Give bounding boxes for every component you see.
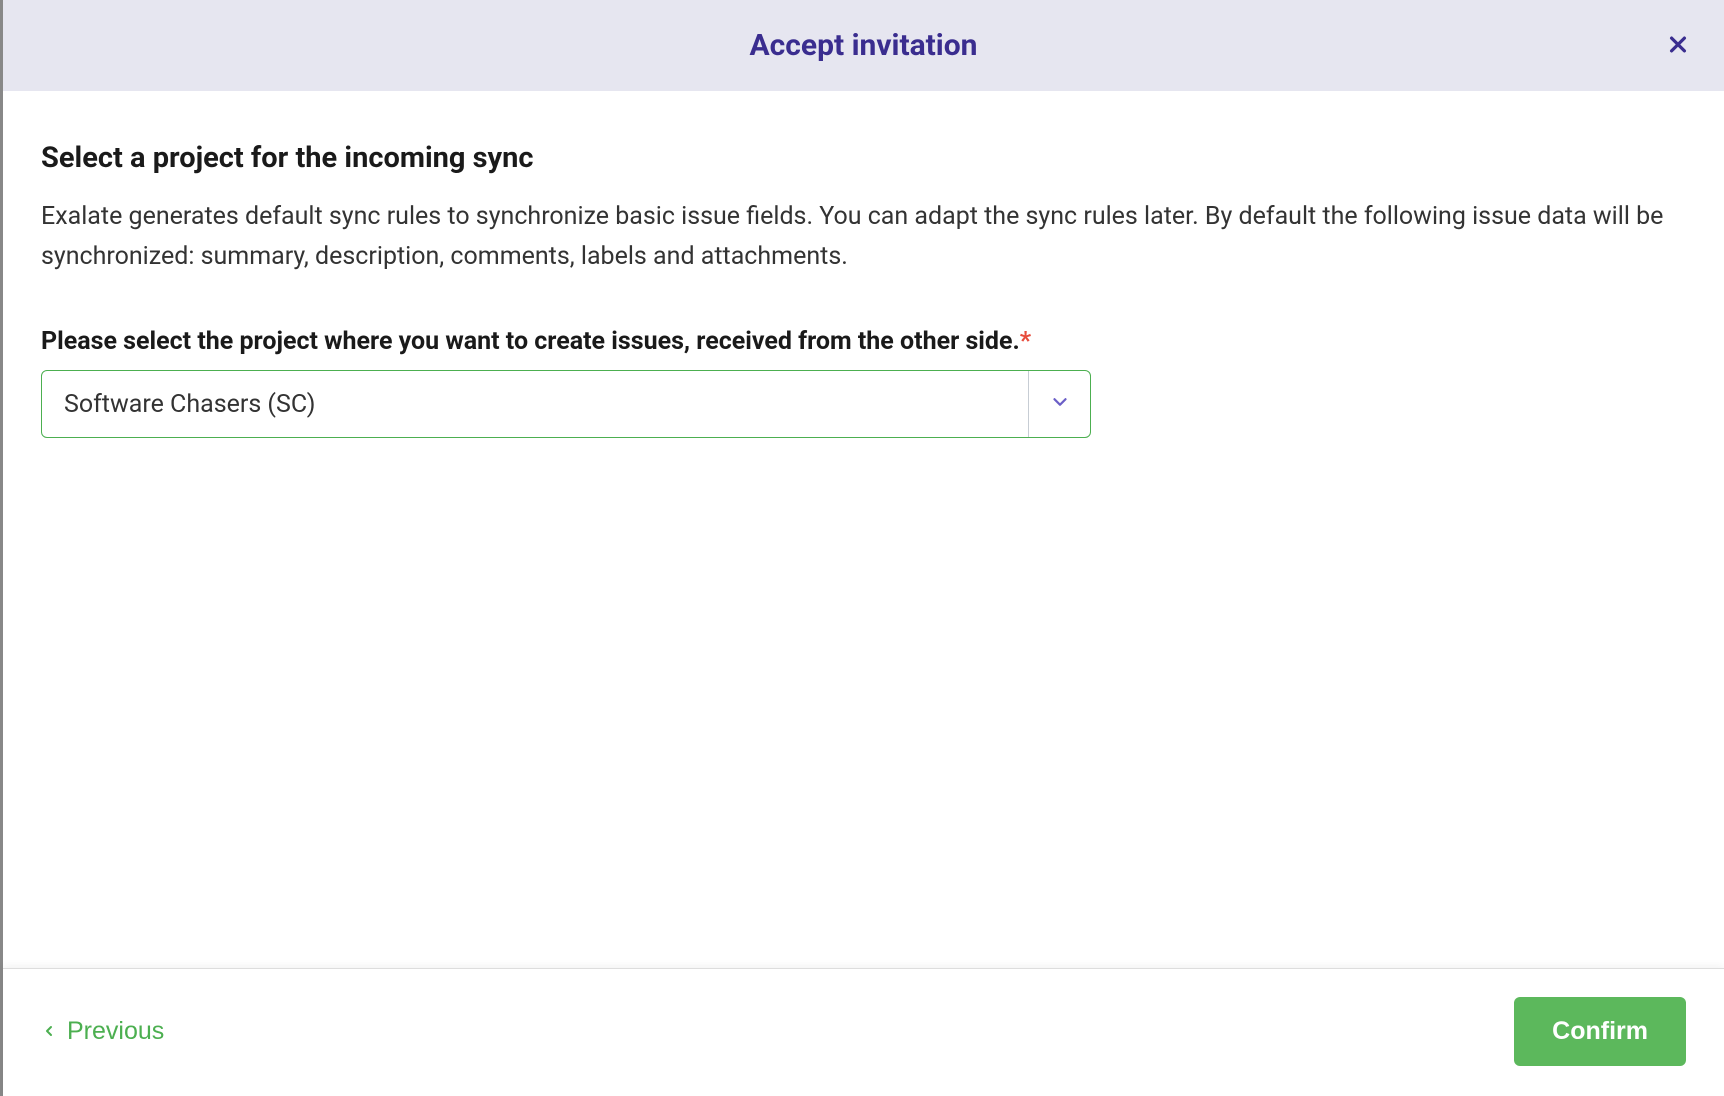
chevron-left-icon xyxy=(41,1017,57,1046)
section-description: Exalate generates default sync rules to … xyxy=(41,197,1686,277)
project-field-label: Please select the project where you want… xyxy=(41,327,1686,356)
project-field-label-text: Please select the project where you want… xyxy=(41,327,1020,356)
project-select-control[interactable]: Software Chasers (SC) xyxy=(41,370,1091,438)
modal-footer: Previous Confirm xyxy=(3,968,1724,1096)
accept-invitation-modal: Accept invitation Select a project for t… xyxy=(0,0,1724,1096)
modal-body: Select a project for the incoming sync E… xyxy=(3,91,1724,968)
project-select-indicator[interactable] xyxy=(1028,371,1090,437)
project-select[interactable]: Software Chasers (SC) xyxy=(41,370,1091,438)
section-title: Select a project for the incoming sync xyxy=(41,141,1686,175)
previous-button[interactable]: Previous xyxy=(41,1017,164,1046)
confirm-button[interactable]: Confirm xyxy=(1514,997,1686,1066)
previous-button-label: Previous xyxy=(67,1017,164,1046)
modal-header: Accept invitation xyxy=(3,0,1724,91)
project-select-value: Software Chasers (SC) xyxy=(42,390,1028,419)
required-indicator: * xyxy=(1020,327,1031,356)
modal-title: Accept invitation xyxy=(749,28,977,63)
close-icon xyxy=(1667,33,1689,58)
chevron-down-icon xyxy=(1049,391,1071,417)
close-button[interactable] xyxy=(1662,28,1694,63)
